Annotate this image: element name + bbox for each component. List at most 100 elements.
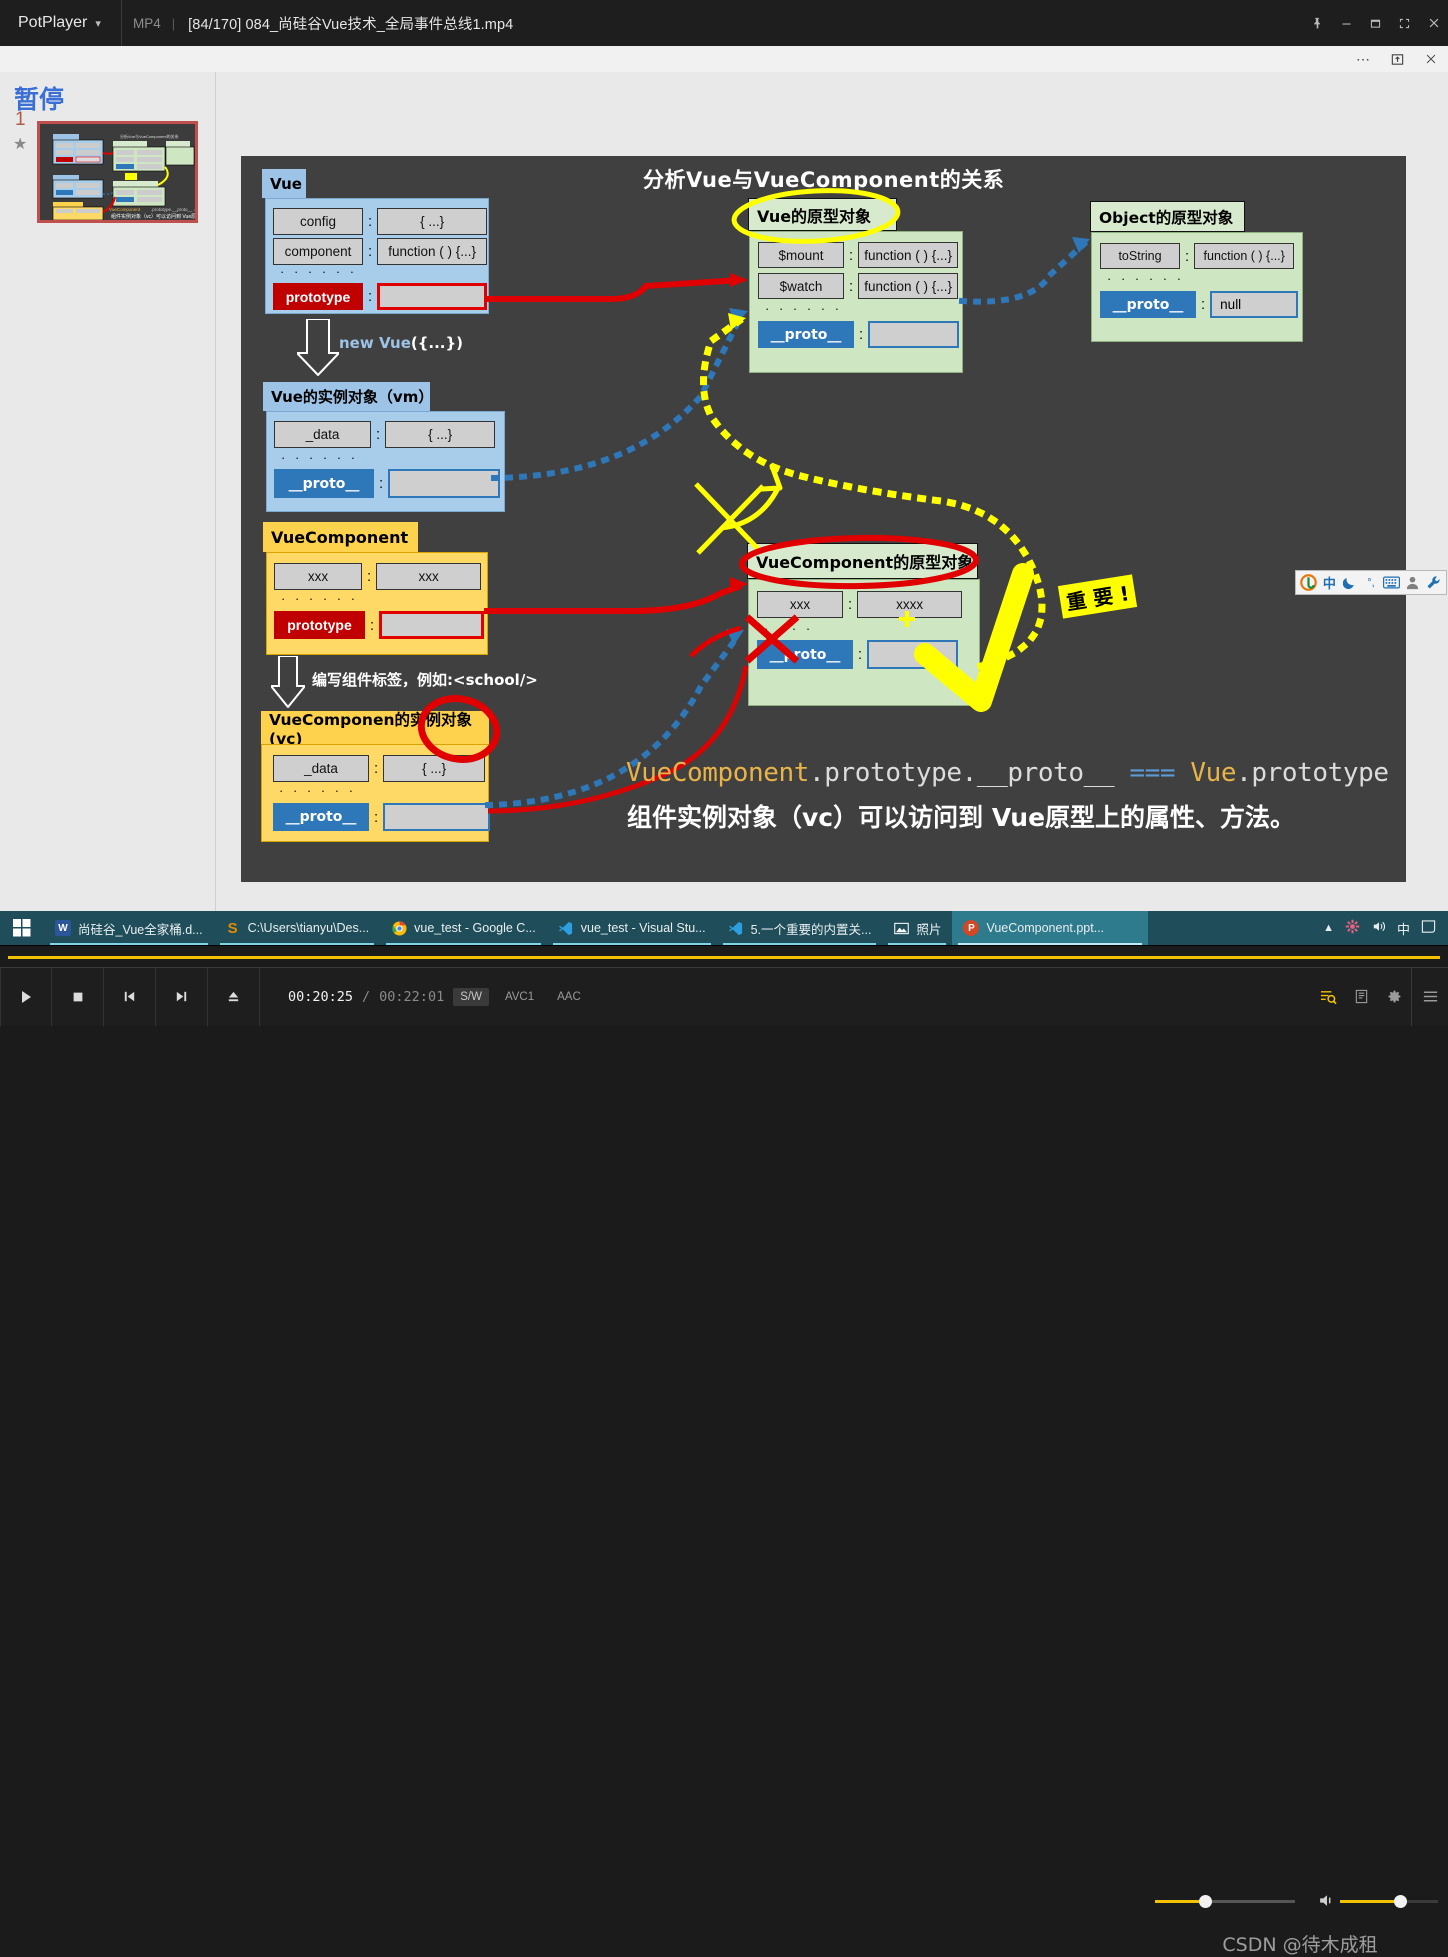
minimize-icon[interactable] [1332,0,1361,46]
punctuation-icon[interactable]: °, [1363,572,1380,593]
taskbar-item-word[interactable]: W 尚硅谷_Vue全家桶.d... [44,911,214,945]
keyboard-icon[interactable] [1383,572,1401,593]
taskbar-item-vscode-2[interactable]: 5.一个重要的内置关... [717,911,883,945]
row-key: component [273,238,363,265]
vscode-icon [728,920,744,936]
playback-speed-slider[interactable] [1155,1893,1295,1909]
settings-icon[interactable] [1378,968,1411,1026]
table-row: toString : function ( ) {...} [1100,243,1295,269]
taskbar-item-photos[interactable]: 照片 [882,911,952,945]
menu-icon[interactable] [1412,968,1448,1026]
row-ellipsis: · · · · · · [765,301,843,316]
row-colon: : [376,426,381,443]
taskbar-item-label: C:\Users\tianyu\Des... [247,921,370,935]
card-vm-header: Vue的实例对象（vm） [263,382,433,411]
playlist-icon[interactable] [1345,968,1378,1026]
star-icon: ★ [13,136,28,153]
table-row: xxx : xxx [274,563,482,590]
row-key-proto: __proto__ [274,469,374,498]
more-options-icon[interactable]: ⋯ [1346,46,1380,72]
volume-icon[interactable] [1318,1892,1335,1914]
antivirus-icon[interactable] [1345,919,1360,937]
row-key: _data [273,755,369,782]
transport-controls: 00:20:25 / 00:22:01 S/W AVC1 AAC [0,967,1448,1026]
media-format-label: MP4 [133,15,161,31]
card-vue: Vue config : { ...} component : function… [262,169,489,314]
restore-window-icon[interactable] [1380,46,1414,72]
row-colon: : [368,213,373,230]
row-colon: : [379,475,384,492]
row-value-proto [868,321,960,348]
row-value-proto [388,469,501,498]
step-label-component-tag: 编写组件标签，例如:<school/> [312,671,538,689]
play-icon[interactable] [0,967,52,1026]
eject-icon[interactable] [208,967,260,1026]
chevron-down-icon[interactable]: ▾ [95,17,101,30]
card-vue-prototype-header: Vue的原型对象 [748,198,897,231]
row-key: $watch [758,273,844,299]
system-tray: ▲ 中 [1323,911,1448,945]
ppt-window-toolbar: ⋯ [0,46,1448,72]
ime-toolbar[interactable]: 中 °, [1295,570,1447,595]
speed-slider-knob[interactable] [1199,1895,1212,1908]
audio-codec-tag: AAC [557,990,581,1003]
seek-bar-area[interactable] [0,945,1448,967]
row-value: { ...} [383,755,486,782]
row-key-proto: __proto__ [757,640,853,669]
taskbar-item-powerpoint[interactable]: P VueComponent.ppt... [952,911,1149,945]
next-icon[interactable] [156,967,208,1026]
moon-icon[interactable] [1342,572,1359,593]
volume-icon[interactable] [1371,919,1386,937]
ime-lang-icon[interactable]: 中 [1397,919,1410,938]
sogou-logo-icon[interactable] [1300,572,1317,593]
table-row: _data : { ...} [273,755,486,782]
table-row-proto: __proto__ : [273,803,491,831]
row-ellipsis: · · · · · · [281,591,359,606]
row-key-proto: __proto__ [1100,291,1196,318]
user-icon[interactable] [1404,572,1421,593]
taskbar-item-label: 照片 [916,922,942,937]
wrench-icon[interactable] [1425,572,1442,593]
window-title-bar: PotPlayer ▾ MP4 | [84/170] 084_尚硅谷Vue技术_… [0,0,1448,46]
taskbar-item-vscode-1[interactable]: vue_test - Visual Stu... [547,911,717,945]
volume-slider-knob[interactable] [1394,1895,1407,1908]
step-label-new: new [339,334,379,352]
playlist-search-icon[interactable] [1312,968,1345,1026]
equation-part-prototype-proto: .prototype.__proto__ [809,758,1130,788]
app-name-label: PotPlayer [18,14,88,31]
slide-thumbnail[interactable]: 分析Vue与VueComponent的关系 VueComponent .prot… [37,121,198,223]
taskbar-item-sublime[interactable]: S C:\Users\tianyu\Des... [214,911,381,945]
time-separator: / [362,988,371,1005]
volume-slider[interactable] [1318,1893,1438,1909]
notifications-icon[interactable] [1421,919,1436,937]
decoder-tag: S/W [453,987,489,1006]
row-ellipsis: · · · · · · [281,450,359,465]
table-row-prototype: prototype : [273,283,488,310]
pin-icon[interactable] [1303,0,1332,46]
chevron-up-icon[interactable]: ▲ [1323,922,1334,934]
seek-bar[interactable] [8,956,1440,959]
taskbar-item-chrome[interactable]: vue_test - Google C... [380,911,547,945]
maximize-icon[interactable] [1361,0,1390,46]
current-time-label: 00:20:25 [288,988,354,1005]
slide-canvas[interactable]: 分析Vue与VueComponent的关系 Vue config : { ...… [241,156,1406,882]
row-value: xxx [376,563,482,590]
row-colon: : [368,288,373,305]
step-label-args: ({...}) [410,334,464,352]
chinese-mode-icon[interactable]: 中 [1321,572,1338,593]
row-colon: : [1201,296,1206,313]
taskbar-item-label: VueComponent.ppt... [986,921,1105,935]
stop-icon[interactable] [52,967,104,1026]
fullscreen-icon[interactable] [1390,0,1419,46]
previous-icon[interactable] [104,967,156,1026]
slide-number-label: 1 [15,109,26,130]
close-window-icon[interactable] [1414,46,1448,72]
row-value-proto [383,803,491,831]
table-row: $watch : function ( ) {...} [758,273,959,299]
row-value-proto [867,640,959,669]
windows-taskbar: W 尚硅谷_Vue全家桶.d... S C:\Users\tianyu\Des.… [0,911,1448,945]
close-icon[interactable] [1419,0,1448,46]
app-logo[interactable]: PotPlayer ▾ [0,14,120,32]
windows-start-icon[interactable] [0,911,44,945]
row-ellipsis: · · · · [764,621,814,636]
